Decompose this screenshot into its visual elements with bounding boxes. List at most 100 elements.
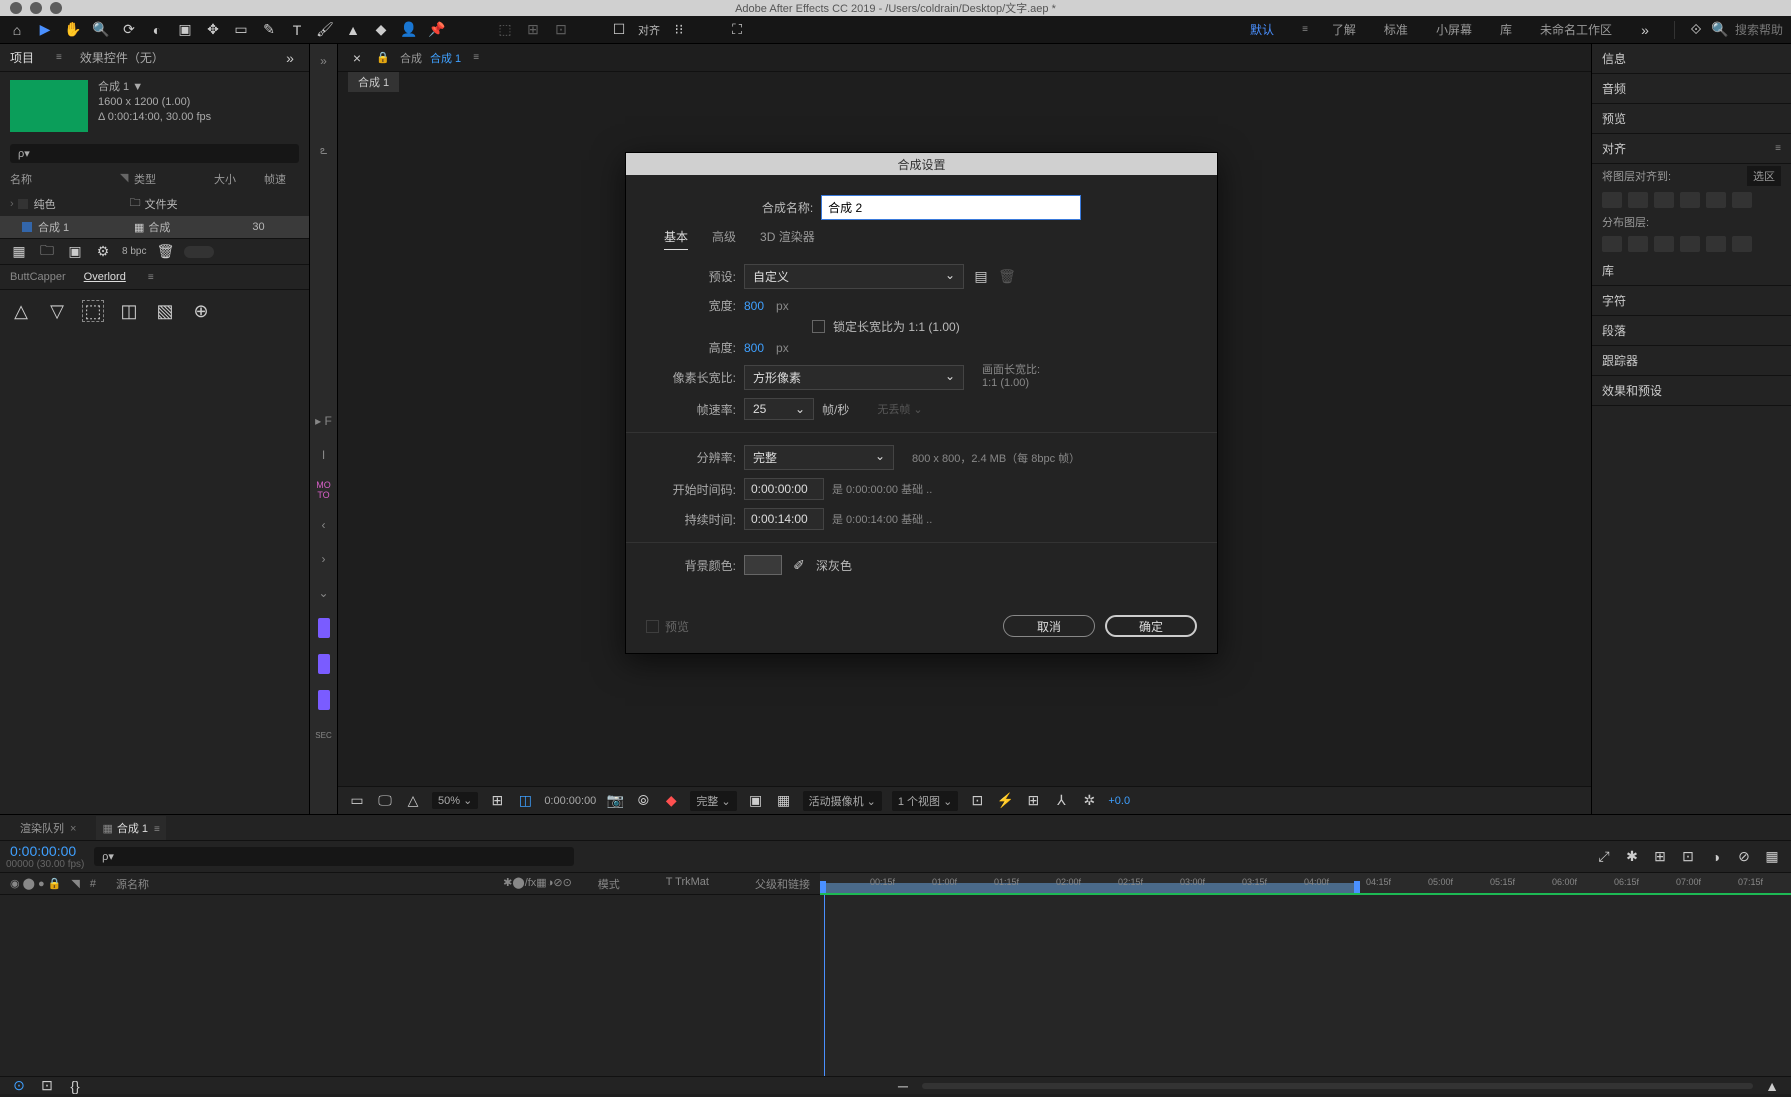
roi-icon[interactable]: ▣	[747, 792, 765, 810]
project-row-folder[interactable]: › 纯色 🗀 文件夹	[0, 191, 309, 216]
stamp-tool-icon[interactable]: ▲	[344, 21, 362, 39]
panel-audio[interactable]: 音频	[1592, 74, 1791, 104]
exposure-reset-icon[interactable]: ✲	[1080, 792, 1098, 810]
align-top-icon[interactable]	[1680, 192, 1700, 208]
mode-col[interactable]: 模式	[598, 876, 620, 892]
toggle-modes-icon[interactable]: ⊡	[38, 1077, 56, 1095]
selection-tool-icon[interactable]: ▶	[36, 21, 54, 39]
always-preview-icon[interactable]: ▭	[348, 792, 366, 810]
workspace-small[interactable]: 小屏幕	[1432, 17, 1476, 42]
interpret-icon[interactable]: ▦	[10, 243, 28, 261]
tab-overlord[interactable]: Overlord	[84, 271, 126, 283]
strip-chevron-icon[interactable]: »	[315, 52, 333, 70]
transparency-icon[interactable]: ▦	[775, 792, 793, 810]
viewer-menu-icon[interactable]: ≡	[473, 52, 479, 63]
toggle-brackets-icon[interactable]: {}	[66, 1077, 84, 1095]
timeline-tracks[interactable]	[820, 895, 1791, 1076]
timeline-search-input[interactable]: ρ▾	[94, 847, 574, 866]
time-ruler[interactable]: 00:15f 01:00f 01:15f 02:00f 02:15f 03:00…	[820, 873, 1791, 894]
workspace-standard[interactable]: 标准	[1380, 17, 1412, 42]
overlord-pull-icon[interactable]: ▽	[46, 300, 68, 322]
snap-checkbox[interactable]: ☐	[610, 21, 628, 39]
duration-input[interactable]: 0:00:14:00	[744, 508, 824, 530]
new-comp-icon[interactable]: ▣	[66, 243, 84, 261]
lock-aspect-checkbox[interactable]	[812, 320, 825, 333]
width-input[interactable]: 800	[744, 299, 764, 313]
timeline-zoom-slider[interactable]	[922, 1083, 1753, 1089]
viewer-lock-icon[interactable]: 🔒	[374, 49, 392, 67]
world-axis-icon[interactable]: ⊞	[524, 21, 542, 39]
camera-tool-icon[interactable]: ▣	[176, 21, 194, 39]
panel-paragraph[interactable]: 段落	[1592, 316, 1791, 346]
current-time-display[interactable]: 0:00:00:00	[0, 843, 86, 859]
label-swatch[interactable]	[18, 199, 28, 209]
tab-timeline-comp[interactable]: ▦合成 1≡	[96, 816, 165, 840]
project-search-input[interactable]: ρ▾	[10, 144, 299, 163]
mask-toggle-icon[interactable]: ◫	[516, 792, 534, 810]
align-menu-icon[interactable]: ≡	[1775, 143, 1781, 154]
delete-icon[interactable]: 🗑	[156, 243, 174, 261]
new-folder-icon[interactable]: 🗀	[38, 243, 56, 261]
puppet-tool-icon[interactable]: 📌	[428, 21, 446, 39]
zoom-in-icon[interactable]: ▲	[1763, 1077, 1781, 1095]
rotate-tool-icon[interactable]: ◐	[148, 21, 166, 39]
col-size[interactable]: 大小	[214, 171, 264, 187]
trkmat-col[interactable]: T TrkMat	[666, 876, 709, 892]
dist-right-icon[interactable]	[1732, 236, 1752, 252]
label-col-icon[interactable]: ◥	[71, 877, 79, 890]
save-preset-icon[interactable]: ▤	[972, 268, 990, 286]
panel-character[interactable]: 字符	[1592, 286, 1791, 316]
tl-fx-icon[interactable]: ⊡	[1679, 848, 1697, 866]
fast-preview-icon[interactable]: ⚡	[996, 792, 1014, 810]
comp-thumbnail[interactable]	[10, 80, 88, 132]
align-bottom-icon[interactable]	[1732, 192, 1752, 208]
workspace-library[interactable]: 库	[1496, 17, 1516, 42]
tl-motion-blur-icon[interactable]: ⊘	[1735, 848, 1753, 866]
fps-input[interactable]: 25⌄	[744, 398, 814, 420]
tab-render-queue[interactable]: 渲染队列×	[14, 816, 82, 840]
resolution-select[interactable]: 完整 ⌄	[690, 791, 736, 811]
col-name[interactable]: 名称	[10, 171, 120, 187]
show-snapshot-icon[interactable]: ⦾	[634, 792, 652, 810]
strip-pill-2[interactable]	[318, 654, 330, 674]
project-panel-menu-icon[interactable]: ≡	[56, 52, 62, 63]
camera-select[interactable]: 活动摄像机 ⌄	[803, 791, 882, 811]
overlord-add-icon[interactable]: ⊕	[190, 300, 212, 322]
pen-tool-icon[interactable]: ✎	[260, 21, 278, 39]
pixel-aspect-icon[interactable]: ⊡	[968, 792, 986, 810]
workspace-default[interactable]: 默认	[1246, 17, 1278, 42]
home-icon[interactable]: ⌂	[8, 21, 26, 39]
label-swatch[interactable]	[22, 222, 32, 232]
magnify-icon[interactable]: 🖵	[376, 792, 394, 810]
start-tc-input[interactable]: 0:00:00:00	[744, 478, 824, 500]
zoom-select[interactable]: 50% ⌄	[432, 792, 478, 809]
panel-info[interactable]: 信息	[1592, 44, 1791, 74]
strip-italic-icon[interactable]: I	[315, 446, 333, 464]
overlord-layers-icon[interactable]: ◫	[118, 300, 140, 322]
toggle-switch[interactable]	[184, 246, 214, 258]
workspace-unnamed[interactable]: 未命名工作区	[1536, 17, 1616, 42]
work-area-bar[interactable]	[820, 883, 1360, 893]
dist-bottom-icon[interactable]	[1654, 236, 1674, 252]
strip-pill-1[interactable]	[318, 618, 330, 638]
roto-tool-icon[interactable]: 👤	[400, 21, 418, 39]
breadcrumb-current[interactable]: 合成 1	[430, 50, 461, 66]
strip-right-icon[interactable]: ›	[315, 550, 333, 568]
align-to-select[interactable]: 选区	[1747, 166, 1781, 186]
bg-color-swatch[interactable]	[744, 555, 782, 575]
parent-col[interactable]: 父级和链接	[755, 876, 810, 892]
tl-collapse-icon[interactable]: ✱	[1623, 848, 1641, 866]
strip-play-icon[interactable]: ▸ F	[315, 412, 333, 430]
switches-header-icon[interactable]: ✱⬤/fx▦◑⊘⊙	[503, 876, 572, 892]
strip-pill-3[interactable]	[318, 690, 330, 710]
panel-preview[interactable]: 预览	[1592, 104, 1791, 134]
viewer-subtab[interactable]: 合成 1	[348, 72, 399, 92]
playhead[interactable]	[824, 895, 825, 1076]
views-select[interactable]: 1 个视图 ⌄	[892, 791, 958, 811]
footer-timecode[interactable]: 0:00:00:00	[544, 795, 596, 807]
col-fps[interactable]: 帧速	[264, 171, 299, 187]
timeline-shortcut-icon[interactable]: ⊞	[1024, 792, 1042, 810]
overlord-ref-icon[interactable]: ⬚	[82, 300, 104, 322]
align-vcenter-icon[interactable]	[1706, 192, 1726, 208]
height-input[interactable]: 800	[744, 341, 764, 355]
